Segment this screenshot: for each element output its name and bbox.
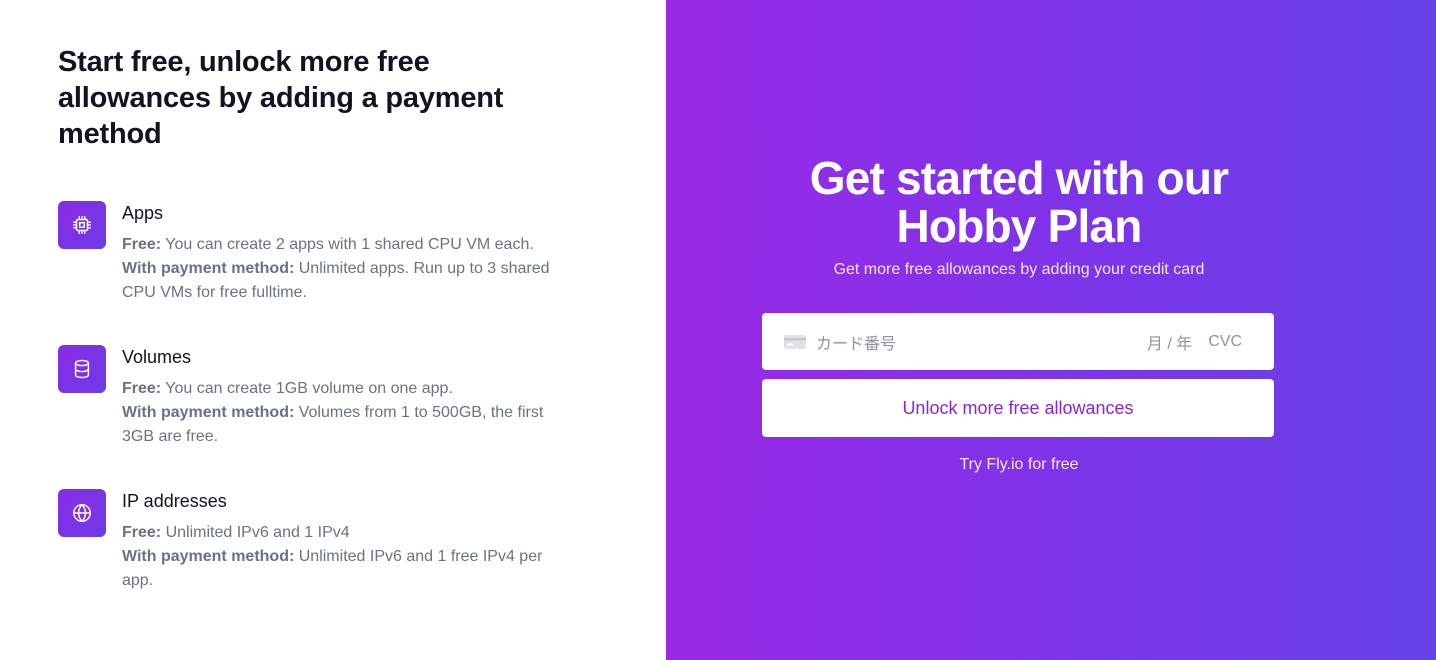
free-label: Free:: [122, 380, 162, 397]
page-heading: Start free, unlock more free allowances …: [58, 46, 504, 150]
paid-label: With payment method:: [122, 548, 295, 565]
paid-label: With payment method:: [122, 260, 295, 277]
globe-icon: [58, 489, 106, 537]
feature-title: Volumes: [122, 347, 192, 367]
feature-apps: Apps Free: You can create 2 apps with 1 …: [58, 201, 572, 305]
feature-ip-addresses: IP addresses Free: Unlimited IPv6 and 1 …: [58, 489, 572, 593]
free-label: Free:: [122, 524, 162, 541]
hero-title: Get started with our Hobby Plan: [666, 154, 1372, 250]
feature-paid-line: With payment method: Volumes from 1 to 5…: [122, 401, 572, 449]
card-cvc-input[interactable]: CVC: [1208, 333, 1242, 351]
signup-panel: Get started with our Hobby Plan Get more…: [666, 0, 1436, 660]
feature-free-line: Free: You can create 2 apps with 1 share…: [122, 233, 572, 257]
card-number-input[interactable]: カード番号: [816, 330, 1147, 354]
unlock-allowances-button[interactable]: Unlock more free allowances: [762, 379, 1274, 437]
database-icon: [58, 345, 106, 393]
free-label: Free:: [122, 236, 162, 253]
hero-subtitle: Get more free allowances by adding your …: [833, 261, 1205, 278]
hero-title-line2: Hobby Plan: [896, 200, 1142, 252]
feature-paid-line: With payment method: Unlimited IPv6 and …: [122, 545, 572, 593]
card-expiry-input[interactable]: 月 / 年: [1147, 330, 1192, 354]
feature-title: Apps: [122, 203, 164, 223]
free-text: You can create 1GB volume on one app.: [161, 380, 453, 397]
feature-paid-line: With payment method: Unlimited apps. Run…: [122, 257, 572, 305]
feature-title: IP addresses: [122, 491, 227, 511]
credit-card-field[interactable]: カード番号 月 / 年 CVC: [762, 313, 1274, 370]
free-text: Unlimited IPv6 and 1 IPv4: [161, 524, 350, 541]
credit-card-icon: [784, 334, 806, 349]
page: Start free, unlock more free allowances …: [0, 0, 1436, 660]
feature-free-line: Free: Unlimited IPv6 and 1 IPv4: [122, 521, 572, 545]
feature-free-line: Free: You can create 1GB volume on one a…: [122, 377, 572, 401]
features-panel: Start free, unlock more free allowances …: [0, 0, 666, 660]
feature-volumes: Volumes Free: You can create 1GB volume …: [58, 345, 572, 449]
try-free-link[interactable]: Try Fly.io for free: [666, 456, 1372, 474]
paid-label: With payment method:: [122, 404, 295, 421]
free-text: You can create 2 apps with 1 shared CPU …: [161, 236, 534, 253]
hero-title-line1: Get started with our: [809, 152, 1229, 204]
cpu-icon: [58, 201, 106, 249]
